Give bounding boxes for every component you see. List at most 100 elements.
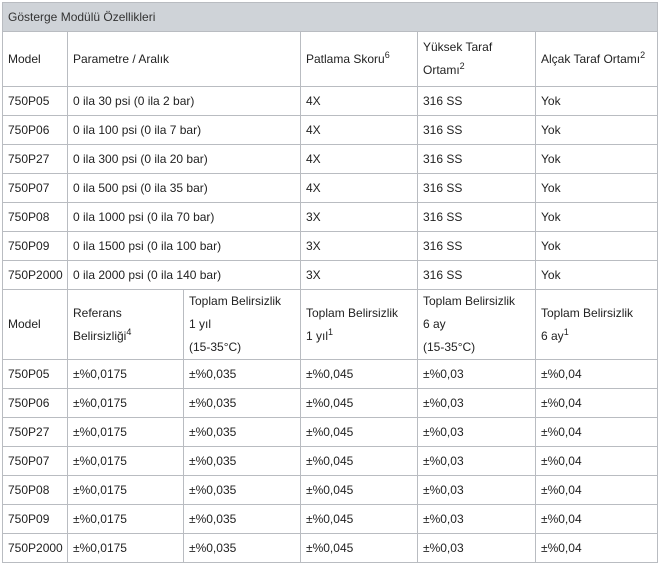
table-cell: 750P07 <box>2 446 68 476</box>
table-cell: 4X <box>300 115 418 145</box>
table-row: 750P08 ±%0,0175 ±%0,035 ±%0,045 ±%0,03 ±%0,04 <box>2 475 659 505</box>
table-cell: 0 ila 1500 psi (0 ila 100 bar) <box>67 231 301 261</box>
table2-header-cell: Toplam Belirsizlik 1 yıl1 <box>300 289 418 360</box>
table2-header-cell: Toplam Belirsizlik 6 ay1 <box>534 289 659 360</box>
table-cell: ±%0,045 <box>300 359 418 389</box>
table1-header-cell: Alçak Taraf Ortamı2 <box>534 31 659 87</box>
table-cell: ±%0,03 <box>417 417 536 447</box>
table-cell: 0 ila 1000 psi (0 ila 70 bar) <box>67 202 301 232</box>
table-cell: Yok <box>534 115 659 145</box>
table-cell: 3X <box>300 202 418 232</box>
table-cell: ±%0,035 <box>183 417 301 447</box>
table-cell: ±%0,04 <box>534 533 659 563</box>
table-cell: ±%0,0175 <box>67 533 184 563</box>
table-cell: 750P05 <box>2 86 68 116</box>
table-cell: Yok <box>534 260 659 290</box>
table-cell: ±%0,03 <box>417 446 536 476</box>
spec-table: Gösterge Modülü Özellikleri Model Paramet… <box>1 2 659 563</box>
table1-header-text: Parametre / Aralık <box>73 51 170 66</box>
table-cell: 4X <box>300 173 418 203</box>
table-cell: 0 ila 2000 psi (0 ila 140 bar) <box>67 260 301 290</box>
table-cell: 750P06 <box>2 388 68 418</box>
table1-header-cell: Patlama Skoru6 <box>300 31 418 87</box>
table-cell: 0 ila 30 psi (0 ila 2 bar) <box>67 86 301 116</box>
table-cell: 0 ila 500 psi (0 ila 35 bar) <box>67 173 301 203</box>
table2-header-text: 6 ay1 <box>541 326 569 343</box>
table-cell: ±%0,0175 <box>67 417 184 447</box>
table-cell: ±%0,045 <box>300 504 418 534</box>
table-row: 750P09 ±%0,0175 ±%0,035 ±%0,045 ±%0,03 ±%0,04 <box>2 504 659 534</box>
table1-header-lines: Yüksek Taraf Ortamı2 <box>423 36 530 82</box>
table-row: 750P27 0 ila 300 psi (0 ila 20 bar) 4X 316 … <box>2 144 659 174</box>
table-cell: ±%0,035 <box>183 359 301 389</box>
table2-header-text: Referans <box>73 305 122 320</box>
table-cell: Yok <box>534 173 659 203</box>
table-cell: Yok <box>534 144 659 174</box>
table-cell: ±%0,035 <box>183 533 301 563</box>
table-cell: 0 ila 100 psi (0 ila 7 bar) <box>67 115 301 145</box>
table2-header-cell: Toplam Belirsizlik 6 ay (15-35°C) <box>417 289 536 360</box>
spec-table-container: Gösterge Modülü Özellikleri Model Paramet… <box>1 2 659 563</box>
table1-header-lines: Patlama Skoru6 <box>306 48 412 71</box>
table-cell: 3X <box>300 231 418 261</box>
table-cell: 750P08 <box>2 202 68 232</box>
footnote-marker: 2 <box>640 49 646 60</box>
table-cell: 750P07 <box>2 173 68 203</box>
table2-header-text: Belirsizliği4 <box>73 326 132 343</box>
table2-header-row: Model Referans Belirsizliği4 Toplam Belirsi… <box>2 289 659 360</box>
table-cell: ±%0,0175 <box>67 475 184 505</box>
table1-header-cell: Yüksek Taraf Ortamı2 <box>417 31 536 87</box>
table1-header-text: Patlama Skoru6 <box>306 49 390 66</box>
table2-header-lines: Toplam Belirsizlik 1 yıl1 <box>306 302 412 348</box>
table-cell: Yok <box>534 86 659 116</box>
table-cell: ±%0,0175 <box>67 359 184 389</box>
table-cell: ±%0,0175 <box>67 446 184 476</box>
table2-header-lines: Referans Belirsizliği4 <box>73 302 178 348</box>
table2-header-lines: Model <box>8 313 62 336</box>
table-cell: 750P2000 <box>2 533 68 563</box>
table-row: 750P05 0 ila 30 psi (0 ila 2 bar) 4X 316 SS… <box>2 86 659 116</box>
table-cell: ±%0,035 <box>183 446 301 476</box>
table-cell: 750P05 <box>2 359 68 389</box>
table-row: 750P06 ±%0,0175 ±%0,035 ±%0,045 ±%0,03 ±%0,04 <box>2 388 659 418</box>
table-cell: 316 SS <box>417 144 536 174</box>
table2-header-text: 1 yıl <box>189 317 212 331</box>
table-cell: 0 ila 300 psi (0 ila 20 bar) <box>67 144 301 174</box>
table-cell: 316 SS <box>417 86 536 116</box>
table-cell: 750P08 <box>2 475 68 505</box>
table-cell: ±%0,03 <box>417 359 536 389</box>
table-cell: 316 SS <box>417 260 536 290</box>
table1-header-cell: Model <box>2 31 68 87</box>
table-cell: ±%0,035 <box>183 504 301 534</box>
table-cell: ±%0,045 <box>300 446 418 476</box>
table-cell: ±%0,03 <box>417 504 536 534</box>
table2-header-text: Toplam Belirsizlik <box>306 305 399 320</box>
table1-header-text: Model <box>8 51 41 66</box>
table-cell: ±%0,045 <box>300 533 418 563</box>
table-cell: ±%0,04 <box>534 504 659 534</box>
table1-header-lines: Alçak Taraf Ortamı2 <box>541 48 652 71</box>
table-row: 750P05 ±%0,0175 ±%0,035 ±%0,045 ±%0,03 ±%0,04 <box>2 359 659 389</box>
table2-header-text: Model <box>8 317 41 331</box>
table1-header-lines: Parametre / Aralık <box>73 48 295 71</box>
footnote-marker: 1 <box>328 326 334 337</box>
table-cell: ±%0,03 <box>417 388 536 418</box>
table-cell: 750P09 <box>2 504 68 534</box>
table-cell: ±%0,03 <box>417 475 536 505</box>
table-cell: Yok <box>534 202 659 232</box>
table1-body: Model Parametre / Aralık Patlama Skoru6 Yük… <box>2 31 659 290</box>
table2-header-lines: Toplam Belirsizlik 1 yıl (15-35°C) <box>189 291 295 359</box>
table-cell: 4X <box>300 86 418 116</box>
table-cell: 750P2000 <box>2 260 68 290</box>
table-cell: ±%0,04 <box>534 388 659 418</box>
table-row: 750P08 0 ila 1000 psi (0 ila 70 bar) 3X 316… <box>2 202 659 232</box>
table-cell: 750P06 <box>2 115 68 145</box>
table1-header-lines: Model <box>8 48 62 71</box>
table-cell: ±%0,045 <box>300 388 418 418</box>
table2-header-text: Toplam Belirsizlik <box>189 294 282 308</box>
table-row: 750P07 0 ila 500 psi (0 ila 35 bar) 4X 316 … <box>2 173 659 203</box>
table-cell: 316 SS <box>417 202 536 232</box>
table-cell: 316 SS <box>417 173 536 203</box>
table-row: 750P06 0 ila 100 psi (0 ila 7 bar) 4X 316 S… <box>2 115 659 145</box>
table1-header-text: Alçak Taraf Ortamı2 <box>541 49 646 66</box>
